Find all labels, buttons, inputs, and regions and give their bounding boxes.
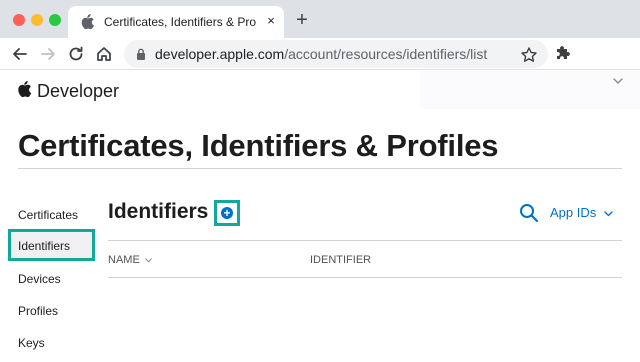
sidebar-item-profiles[interactable]: Profiles [18,304,58,318]
app-ids-filter[interactable]: App IDs [550,205,596,220]
sidebar-item-certificates[interactable]: Certificates [18,208,78,222]
sidebar-item-keys[interactable]: Keys [18,336,45,350]
browser-tab-bar: Certificates, Identifiers & Profil × + [0,0,640,38]
section-title: Identifiers [108,200,209,223]
column-header-identifier[interactable]: IDENTIFIER [310,254,371,266]
new-tab-button[interactable]: + [293,10,311,30]
sidebar-item-label: Identifiers [18,239,71,253]
home-icon[interactable] [94,44,114,64]
url-host: developer.apple.com [155,46,285,62]
zoom-window-button[interactable] [49,14,61,26]
chevron-down-icon[interactable] [613,77,623,85]
tab-title: Certificates, Identifiers & Profil [104,15,256,29]
browser-tab[interactable]: Certificates, Identifiers & Profil × [68,6,284,38]
url-text: developer.apple.com/account/resources/id… [155,46,487,62]
url-path: /account/resources/identifiers/list [284,46,488,62]
column-header-name[interactable]: NAME [108,254,140,266]
developer-nav: Developer [0,71,640,115]
table-top-divider [108,240,622,241]
title-divider [18,168,622,169]
lock-icon[interactable] [136,48,146,60]
minimize-window-button[interactable] [31,14,43,26]
reload-icon[interactable] [66,44,86,64]
close-tab-button[interactable]: × [263,13,279,29]
search-icon[interactable] [519,203,539,223]
sidebar-item-identifiers[interactable]: Identifiers [8,229,95,261]
nav-strip [420,71,640,109]
extensions-icon[interactable] [554,43,572,63]
address-bar[interactable]: developer.apple.com/account/resources/id… [124,40,548,68]
sidebar-item-devices[interactable]: Devices [18,272,61,286]
developer-brand[interactable]: Developer [37,81,119,102]
back-arrow-icon[interactable] [10,44,30,64]
star-icon[interactable] [520,46,538,64]
page-title: Certificates, Identifiers & Profiles [18,128,499,163]
apple-logo-icon[interactable] [18,81,32,98]
apple-favicon-icon [81,14,94,30]
chevron-down-icon[interactable] [604,211,613,217]
close-window-button[interactable] [13,14,25,26]
sort-chevron-icon[interactable] [145,258,152,263]
add-identifier-button[interactable]: + [221,207,233,219]
add-identifier-highlight: + [214,200,240,226]
forward-arrow-icon[interactable] [38,44,58,64]
table-header-divider [108,277,622,278]
browser-toolbar: developer.apple.com/account/resources/id… [0,38,640,70]
